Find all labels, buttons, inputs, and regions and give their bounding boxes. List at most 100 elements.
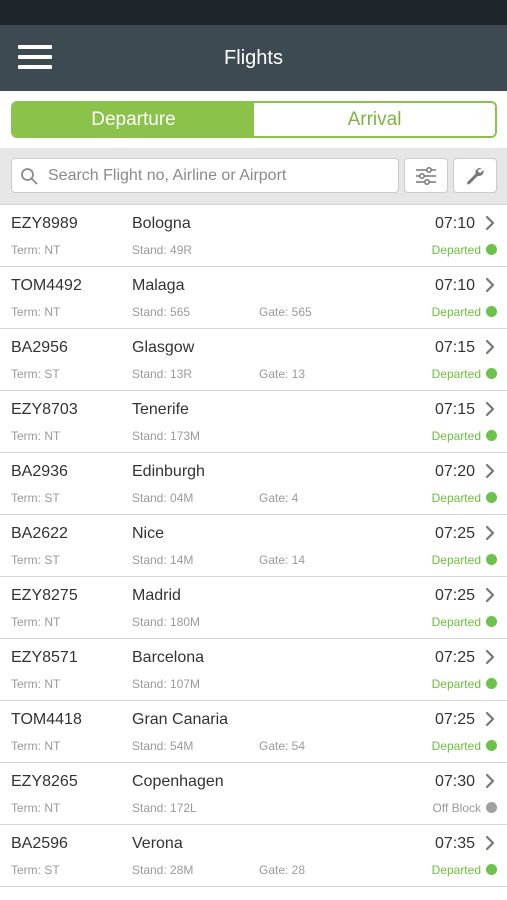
flight-number: BA2956 <box>11 339 68 356</box>
flight-number: EZY8989 <box>11 215 78 232</box>
flight-row[interactable]: EZY8571 Barcelona 07:25 Term: NT Stand: 107M… <box>0 639 507 701</box>
status-dot <box>486 678 497 689</box>
flight-destination: Copenhagen <box>132 773 224 790</box>
chevron-right-icon <box>485 339 495 355</box>
flight-status: Departed <box>431 615 481 629</box>
flight-destination: Tenerife <box>132 401 189 418</box>
flight-destination: Edinburgh <box>132 463 205 480</box>
flight-gate: Gate: 13 <box>259 367 306 381</box>
flight-gate: Gate: 4 <box>259 491 299 505</box>
flight-destination: Glasgow <box>132 339 195 356</box>
filter-button[interactable] <box>404 158 448 193</box>
flight-status: Off Block <box>432 801 481 815</box>
flight-number: BA2596 <box>11 835 68 852</box>
flight-status: Departed <box>431 739 481 753</box>
flight-terminal: Term: NT <box>11 305 61 319</box>
flight-terminal: Term: ST <box>11 863 60 877</box>
flight-number: BA2622 <box>11 525 68 542</box>
flight-gate: Gate: 54 <box>259 739 306 753</box>
chevron-right-icon <box>485 463 495 479</box>
flight-stand: Stand: 49R <box>132 243 193 257</box>
flight-row[interactable]: TOM4492 Malaga 07:10 Term: NT Stand: 565 Gate… <box>0 267 507 329</box>
flight-destination: Madrid <box>132 587 181 604</box>
flight-destination: Gran Canaria <box>132 711 229 728</box>
flight-row[interactable]: BA2956 Glasgow 07:15 Term: ST Stand: 13R Gate… <box>0 329 507 391</box>
flight-destination: Barcelona <box>132 649 205 666</box>
status-dot <box>486 492 497 503</box>
flight-stand: Stand: 565 <box>132 305 191 319</box>
chevron-right-icon <box>485 215 495 231</box>
status-dot <box>486 430 497 441</box>
tab-arrival[interactable]: Arrival <box>254 103 495 136</box>
flight-row[interactable]: EZY8265 Copenhagen 07:30 Term: NT Stand: 172… <box>0 763 507 825</box>
flight-terminal: Term: NT <box>11 801 61 815</box>
status-dot <box>486 554 497 565</box>
flight-terminal: Term: ST <box>11 367 60 381</box>
flight-terminal: Term: NT <box>11 615 61 629</box>
flight-status: Departed <box>431 429 481 443</box>
status-dot <box>486 244 497 255</box>
app-bar: Flights <box>0 25 507 91</box>
flight-row[interactable]: BA2622 Nice 07:25 Term: ST Stand: 14M Gate: 1… <box>0 515 507 577</box>
flight-time: 07:25 <box>434 525 475 542</box>
flight-stand: Stand: 13R <box>132 367 193 381</box>
flight-row[interactable]: EZY8989 Bologna 07:10 Term: NT Stand: 49R Dep… <box>0 205 507 267</box>
flight-terminal: Term: NT <box>11 739 61 753</box>
status-dot <box>486 740 497 751</box>
flight-status: Departed <box>431 243 481 257</box>
search-box <box>11 158 399 193</box>
flight-number: EZY8703 <box>11 401 78 418</box>
flight-status: Departed <box>431 863 481 877</box>
status-dot <box>486 864 497 875</box>
flight-terminal: Term: ST <box>11 553 60 567</box>
flight-stand: Stand: 173M <box>132 429 201 443</box>
direction-tabs: Departure Arrival <box>11 101 497 138</box>
flight-time: 07:30 <box>434 773 475 790</box>
wrench-icon <box>467 167 484 184</box>
flight-row[interactable]: TOM4418 Gran Canaria 07:25 Term: NT Stand: 5… <box>0 701 507 763</box>
status-dot <box>486 306 497 317</box>
flight-destination: Verona <box>132 835 183 852</box>
flight-stand: Stand: 180M <box>132 615 201 629</box>
flight-time: 07:15 <box>434 339 475 356</box>
flight-number: BA2936 <box>11 463 68 480</box>
flight-time: 07:15 <box>434 401 475 418</box>
flight-time: 07:10 <box>434 277 475 294</box>
flight-row[interactable]: EZY8703 Tenerife 07:15 Term: NT Stand: 173M D… <box>0 391 507 453</box>
flight-row[interactable]: BA2596 Verona 07:35 Term: ST Stand: 28M Gate:… <box>0 825 507 887</box>
tab-departure[interactable]: Departure <box>13 103 254 136</box>
flight-stand: Stand: 54M <box>132 739 194 753</box>
flight-gate: Gate: 14 <box>259 553 306 567</box>
flight-stand: Stand: 28M <box>132 863 194 877</box>
flight-destination: Bologna <box>132 215 191 232</box>
flight-status: Departed <box>431 677 481 691</box>
chevron-right-icon <box>485 525 495 541</box>
flight-terminal: Term: NT <box>11 429 61 443</box>
search-input[interactable] <box>48 159 393 192</box>
flight-time: 07:25 <box>434 711 475 728</box>
flight-number: TOM4492 <box>11 277 82 294</box>
settings-button[interactable] <box>453 158 497 193</box>
search-icon <box>21 168 38 185</box>
chevron-right-icon <box>485 649 495 665</box>
flight-destination: Malaga <box>132 277 185 294</box>
flight-number: EZY8275 <box>11 587 78 604</box>
flight-terminal: Term: ST <box>11 491 60 505</box>
flight-time: 07:20 <box>434 463 475 480</box>
status-dot <box>486 616 497 627</box>
flight-terminal: Term: NT <box>11 243 61 257</box>
flight-stand: Stand: 14M <box>132 553 194 567</box>
search-bar <box>0 148 507 204</box>
flight-time: 07:25 <box>434 649 475 666</box>
flight-number: TOM4418 <box>11 711 82 728</box>
flight-stand: Stand: 172L <box>132 801 197 815</box>
flight-time: 07:10 <box>434 215 475 232</box>
flight-row[interactable]: BA2936 Edinburgh 07:20 Term: ST Stand: 04M Ga… <box>0 453 507 515</box>
chevron-right-icon <box>485 835 495 851</box>
status-bar <box>0 0 507 25</box>
flight-status: Departed <box>431 491 481 505</box>
flight-terminal: Term: NT <box>11 677 61 691</box>
chevron-right-icon <box>485 401 495 417</box>
flight-row[interactable]: EZY8275 Madrid 07:25 Term: NT Stand: 180M Dep… <box>0 577 507 639</box>
flight-number: EZY8571 <box>11 649 78 666</box>
